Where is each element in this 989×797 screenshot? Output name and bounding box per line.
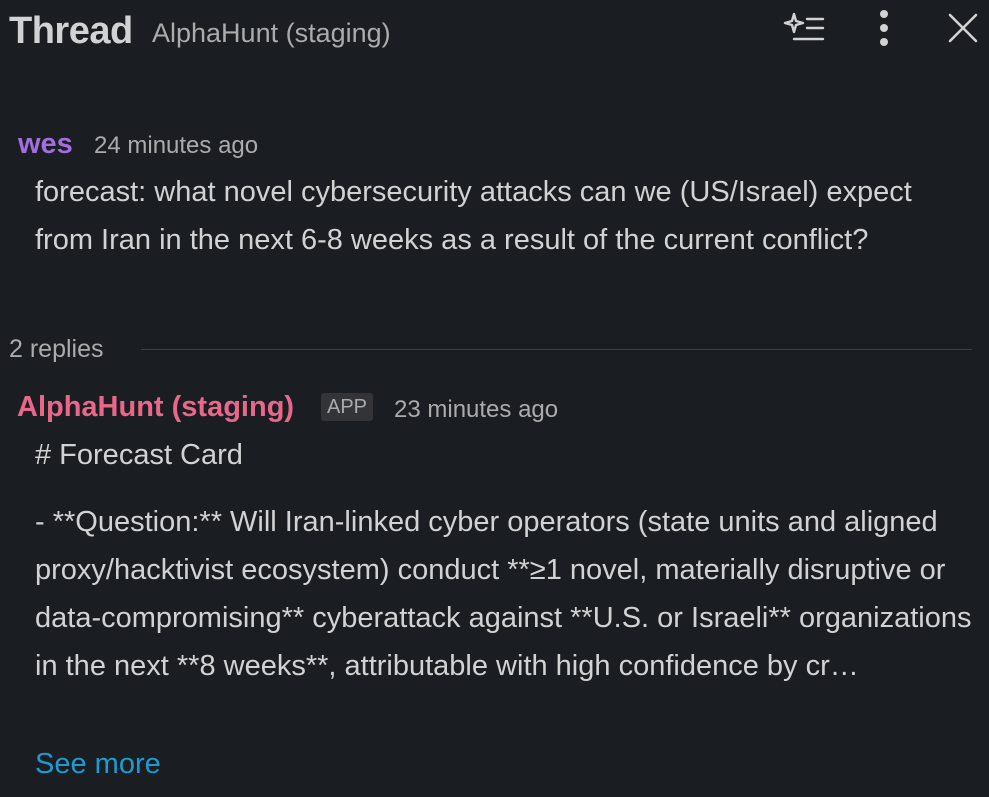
message-heading: # Forecast Card (35, 439, 243, 471)
replies-count: 2 replies (9, 335, 104, 363)
app-badge: APP (321, 393, 374, 421)
close-icon[interactable] (941, 6, 985, 50)
message-body: forecast: what novel cybersecurity attac… (35, 176, 912, 256)
divider-line (141, 349, 972, 350)
see-more-link[interactable]: See more (35, 740, 161, 788)
message-body: - **Question:** Will Iran-linked cyber o… (35, 506, 972, 682)
more-vertical-icon[interactable] (862, 6, 906, 50)
ai-summary-icon[interactable] (782, 6, 826, 50)
message-timestamp[interactable]: 24 minutes ago (94, 131, 258, 161)
message-author[interactable]: AlphaHunt (staging) (17, 389, 294, 425)
message-author[interactable]: wes (18, 126, 73, 162)
message-timestamp[interactable]: 23 minutes ago (394, 395, 558, 425)
thread-header: Thread AlphaHunt (staging) (0, 0, 989, 64)
channel-name[interactable]: AlphaHunt (staging) (152, 16, 391, 50)
replies-divider: 2 replies (9, 332, 974, 366)
page-title: Thread (9, 10, 133, 52)
